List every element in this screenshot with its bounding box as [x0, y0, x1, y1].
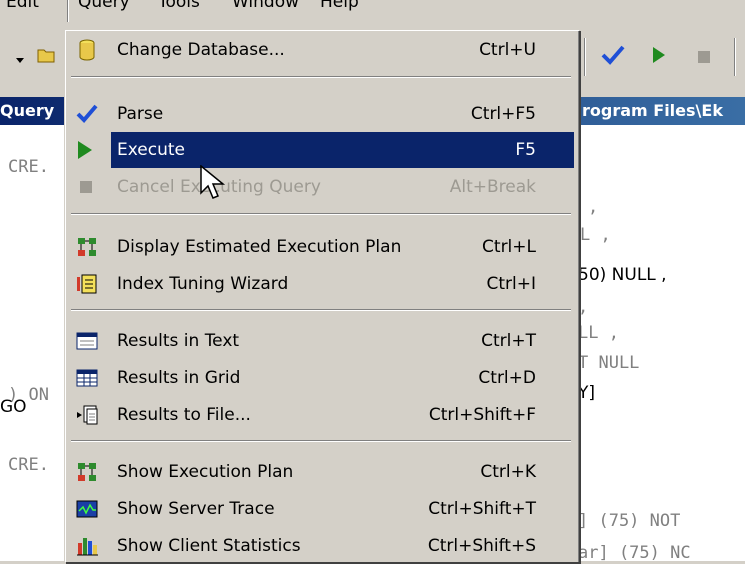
- play-icon: [74, 139, 96, 161]
- cylinder-database-icon: [76, 39, 98, 61]
- query-window-title: Query: [0, 101, 55, 120]
- server-trace-icon: [76, 498, 98, 520]
- query-window-path: rogram Files\Ek: [582, 101, 723, 120]
- checkmark-icon: [76, 103, 98, 125]
- menu-item-results-in-text[interactable]: Results in Text Ctrl+T: [68, 323, 574, 359]
- client-statistics-icon: [76, 535, 98, 557]
- menu-item-results-to-file[interactable]: Results to File... Ctrl+Shift+F: [68, 397, 574, 433]
- execution-plan-icon: [76, 461, 98, 483]
- toolbar-separator: [584, 38, 586, 76]
- code-line: CRE.: [8, 455, 49, 475]
- results-text-icon: [76, 330, 98, 352]
- menu-item-parse[interactable]: Parse Ctrl+F5: [68, 96, 574, 132]
- menu-item-show-client-statistics[interactable]: Show Client Statistics Ctrl+Shift+S: [68, 528, 574, 564]
- menu-item-display-estimated-execution-plan[interactable]: Display Estimated Execution Plan Ctrl+L: [68, 229, 574, 265]
- code-line: ,: [578, 297, 589, 317]
- code-line: L ,: [580, 225, 611, 245]
- results-grid-icon: [76, 367, 98, 389]
- parse-check-icon[interactable]: [600, 44, 626, 70]
- menu-item-show-execution-plan[interactable]: Show Execution Plan Ctrl+K: [68, 454, 574, 490]
- menu-bar: Edit Query Tools Window Help: [0, 0, 745, 22]
- open-folder-icon[interactable]: [36, 44, 56, 68]
- menu-tools[interactable]: Tools: [158, 0, 200, 12]
- menubar-separator: [67, 0, 69, 22]
- menu-window[interactable]: Window: [232, 0, 299, 12]
- index-wizard-icon: [76, 273, 98, 295]
- execution-plan-icon: [76, 236, 98, 258]
- code-line: Y]: [578, 383, 596, 403]
- code-line: ] (75) NOT: [578, 511, 681, 531]
- menu-item-cancel-executing-query[interactable]: Cancel Executing Query Alt+Break: [68, 169, 574, 205]
- menu-item-index-tuning-wizard[interactable]: Index Tuning Wizard Ctrl+I: [68, 266, 574, 302]
- stop-icon: [76, 176, 98, 198]
- code-line: GO: [0, 397, 27, 417]
- code-line: LL ,: [578, 323, 619, 343]
- menu-separator: [71, 76, 571, 78]
- execute-play-icon[interactable]: [652, 46, 666, 68]
- menu-item-show-server-trace[interactable]: Show Server Trace Ctrl+Shift+T: [68, 491, 574, 527]
- menu-item-execute[interactable]: Execute F5: [78, 132, 574, 168]
- menu-separator: [71, 213, 571, 215]
- stop-icon[interactable]: [697, 49, 711, 68]
- menu-separator: [71, 440, 571, 442]
- code-line: ar] (75) NC: [578, 543, 691, 561]
- menu-separator: [71, 309, 571, 311]
- code-line: 50) NULL ,: [578, 265, 667, 285]
- code-line: T NULL: [578, 353, 640, 373]
- dropdown-arrow-icon[interactable]: [14, 50, 26, 69]
- query-menu-dropdown: Change Database... Ctrl+U Parse Ctrl+F5 …: [64, 29, 579, 562]
- menu-help[interactable]: Help: [320, 0, 359, 12]
- toolbar-separator: [734, 38, 736, 76]
- mouse-cursor-icon: [200, 164, 228, 209]
- menu-item-change-database[interactable]: Change Database... Ctrl+U: [68, 32, 574, 68]
- results-file-icon: [76, 404, 98, 426]
- menu-query[interactable]: Query: [78, 0, 130, 12]
- menu-item-results-in-grid[interactable]: Results in Grid Ctrl+D: [68, 360, 574, 396]
- code-line: CRE.: [8, 157, 49, 177]
- code-line: ,: [588, 197, 599, 217]
- menu-edit[interactable]: Edit: [6, 0, 39, 12]
